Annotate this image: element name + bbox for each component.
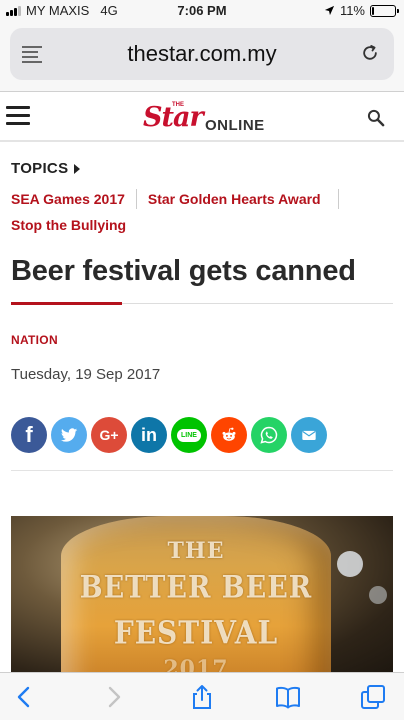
share-divider (11, 470, 393, 471)
topic-link-golden-hearts[interactable]: Star Golden Hearts Award (137, 189, 332, 209)
glass-etching-line-2: BETTER BEER (79, 569, 313, 606)
status-right: 11% (324, 3, 399, 18)
battery-percent: 11% (339, 3, 365, 18)
line-bubble: LINE (177, 428, 201, 442)
location-arrow-icon (324, 5, 335, 16)
glass-etching-line-1: THE (167, 538, 225, 564)
hamburger-menu-icon[interactable] (6, 106, 30, 130)
twitter-share-icon[interactable] (51, 417, 87, 453)
reload-icon[interactable] (360, 43, 380, 63)
back-button[interactable] (10, 683, 40, 711)
twitter-bird-icon (60, 428, 78, 442)
browser-top-bar: thestar.com.my (0, 22, 404, 92)
facebook-glyph: f (25, 422, 33, 447)
share-button[interactable] (187, 683, 217, 711)
google-plus-glyph: G+ (99, 427, 119, 443)
url-text[interactable]: thestar.com.my (10, 41, 394, 67)
topic-link-sea-games[interactable]: SEA Games 2017 (0, 189, 137, 209)
article-headline: Beer festival gets canned (11, 255, 356, 287)
tabs-button[interactable] (358, 683, 388, 711)
reddit-alien-icon (222, 427, 236, 441)
chevron-right-icon (74, 163, 81, 174)
whatsapp-share-icon[interactable] (251, 417, 287, 453)
bokeh-light (337, 551, 363, 577)
reddit-share-icon[interactable] (211, 417, 247, 453)
status-bar: MY MAXIS 4G 7:06 PM 11% (0, 0, 404, 22)
google-plus-share-icon[interactable]: G+ (91, 417, 127, 453)
bokeh-light (369, 586, 387, 604)
search-icon[interactable] (366, 108, 386, 128)
share-icon (193, 685, 211, 709)
topic-list-row-1: SEA Games 2017 Star Golden Hearts Award (0, 189, 339, 209)
battery-icon (370, 4, 399, 17)
share-buttons: f G+ in LINE (11, 417, 327, 453)
safari-toolbar (0, 672, 404, 720)
linkedin-glyph: in (141, 424, 157, 445)
topic-link-stop-bullying[interactable]: Stop the Bullying (0, 217, 137, 233)
book-icon (276, 686, 300, 709)
address-bar[interactable]: thestar.com.my (10, 28, 394, 80)
facebook-share-icon[interactable]: f (11, 417, 47, 453)
article-date: Tuesday, 19 Sep 2017 (11, 366, 161, 383)
topic-divider (337, 189, 339, 209)
topics-label: TOPICS (11, 160, 69, 177)
site-header: Star THE ONLINE (0, 96, 404, 142)
logo-online-text: ONLINE (205, 117, 265, 134)
glass-etching-line-3: FESTIVAL (113, 613, 279, 652)
topic-list-row-2: Stop the Bullying (0, 215, 137, 235)
article-section-label[interactable]: NATION (11, 333, 58, 347)
bookmarks-button[interactable] (273, 683, 303, 711)
linkedin-share-icon[interactable]: in (131, 417, 167, 453)
headline-accent-bar (11, 302, 122, 305)
topics-heading[interactable]: TOPICS (11, 160, 81, 177)
logo-the-text: THE (172, 102, 184, 108)
chevron-left-icon (17, 686, 30, 708)
whatsapp-phone-icon (260, 426, 278, 444)
chevron-right-icon (108, 686, 121, 708)
tabs-icon (361, 685, 385, 709)
line-share-icon[interactable]: LINE (171, 417, 207, 453)
article-hero-image[interactable]: THE BETTER BEER FESTIVAL 2017 (11, 516, 393, 676)
envelope-icon (302, 430, 316, 440)
email-share-icon[interactable] (291, 417, 327, 453)
forward-button[interactable] (98, 683, 128, 711)
